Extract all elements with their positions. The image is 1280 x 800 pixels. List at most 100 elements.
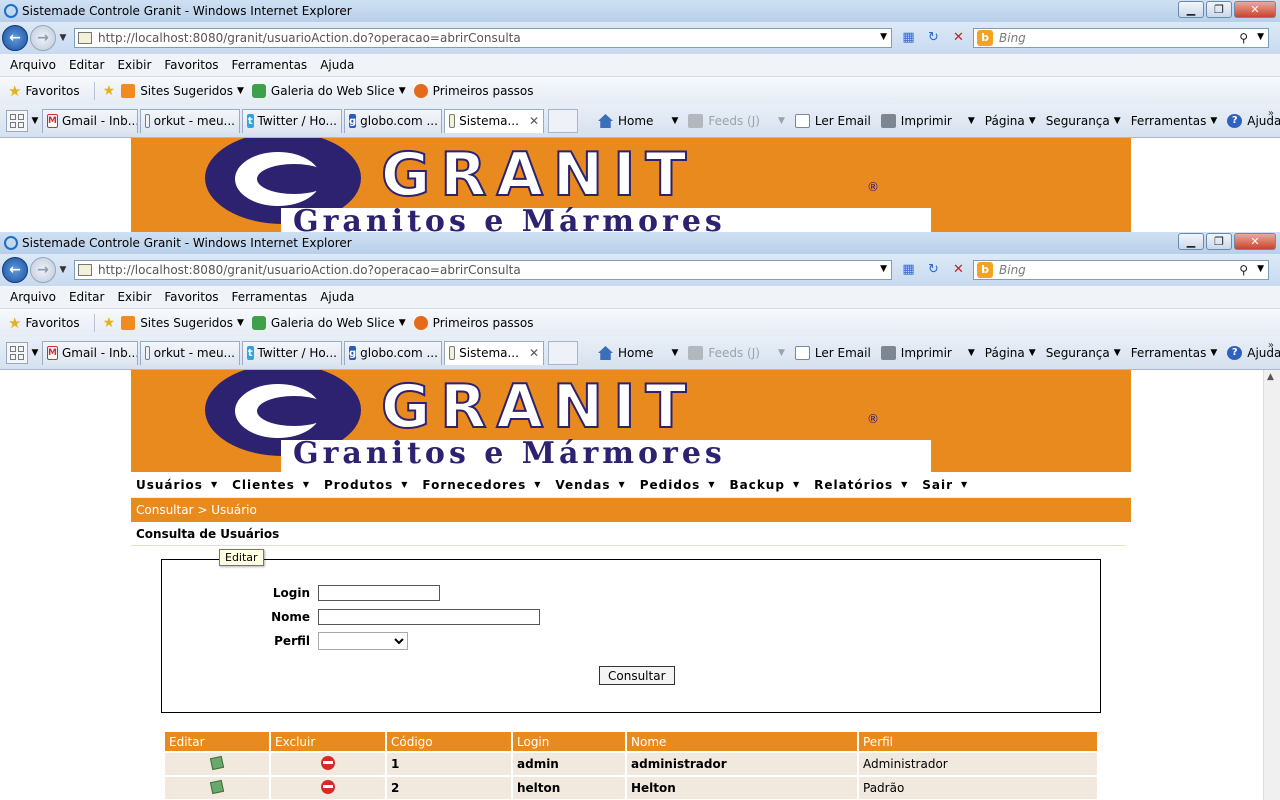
tab-twitter[interactable]: t Twitter / Ho... (242, 108, 342, 133)
read-mail-button[interactable]: Ler Email (794, 114, 871, 128)
refresh-icon[interactable]: ↻ (921, 28, 946, 48)
login-input[interactable] (318, 585, 440, 601)
chevron-more-icon[interactable]: » (1268, 340, 1274, 351)
feeds-button[interactable]: Feeds (J) ▼ (688, 346, 785, 360)
menu-usuarios[interactable]: Usuários ▼ (136, 478, 218, 492)
read-mail-button[interactable]: Ler Email (794, 346, 871, 360)
tab-globo[interactable]: g globo.com ... (344, 340, 442, 365)
chevron-down-icon[interactable]: ▼ (778, 116, 785, 126)
menu-produtos[interactable]: Produtos ▼ (324, 478, 408, 492)
feeds-button[interactable]: Feeds (J) ▼ (688, 114, 785, 128)
menu-backup[interactable]: Backup ▼ (729, 478, 800, 492)
menu-ferramentas[interactable]: Ferramentas (232, 58, 308, 72)
perfil-select[interactable] (318, 632, 408, 650)
minimize-button[interactable]: ▁ (1178, 233, 1204, 250)
menu-exibir[interactable]: Exibir (117, 58, 151, 72)
print-button[interactable]: Imprimir ▼ (880, 346, 975, 360)
quick-tabs-icon[interactable] (6, 341, 28, 364)
back-button[interactable]: ← (2, 257, 28, 283)
refresh-icon[interactable]: ↻ (921, 260, 946, 280)
tools-menu[interactable]: Ferramentas ▼ (1131, 114, 1218, 128)
forward-button[interactable]: → (30, 257, 56, 283)
page-menu[interactable]: Página ▼ (985, 114, 1036, 128)
menu-favoritos[interactable]: Favoritos (164, 290, 218, 304)
menu-ajuda[interactable]: Ajuda (320, 58, 354, 72)
menu-arquivo[interactable]: Arquivo (10, 290, 56, 304)
close-tab-icon[interactable]: ✕ (529, 346, 539, 360)
menu-relatorios[interactable]: Relatórios ▼ (814, 478, 908, 492)
close-button[interactable]: ✕ (1234, 1, 1276, 18)
search-icon[interactable]: ⚲ (1239, 31, 1248, 45)
stop-icon[interactable]: ✕ (946, 260, 971, 280)
chevron-down-icon[interactable]: ▼ (778, 348, 785, 358)
fav-galeria-web-slice[interactable]: Galeria do Web Slice ▼ (251, 315, 406, 330)
close-button[interactable]: ✕ (1234, 233, 1276, 250)
delete-icon[interactable] (321, 755, 335, 770)
favorites-button[interactable]: ★ Favoritos (8, 314, 80, 332)
compatibility-view-icon[interactable]: ▦ (896, 260, 921, 280)
safety-menu[interactable]: Segurança ▼ (1046, 114, 1121, 128)
nome-input[interactable] (318, 609, 540, 625)
back-button[interactable]: ← (2, 25, 28, 51)
menu-editar[interactable]: Editar (69, 290, 105, 304)
chevron-down-icon[interactable]: ▼ (968, 116, 975, 126)
history-dropdown[interactable]: ▼ (56, 33, 70, 43)
fav-primeiros-passos[interactable]: Primeiros passos (413, 315, 534, 330)
minimize-button[interactable]: ▁ (1178, 1, 1204, 18)
history-dropdown[interactable]: ▼ (56, 265, 70, 275)
page-menu[interactable]: Página ▼ (985, 346, 1036, 360)
tab-sistema[interactable]: Sistema... ✕ (444, 108, 544, 133)
favorites-button[interactable]: ★ Favoritos (8, 82, 80, 100)
menu-editar[interactable]: Editar (69, 58, 105, 72)
consultar-button[interactable]: Consultar (599, 666, 675, 685)
menu-exibir[interactable]: Exibir (117, 290, 151, 304)
menu-pedidos[interactable]: Pedidos ▼ (640, 478, 716, 492)
fav-sites-sugeridos[interactable]: Sites Sugeridos ▼ (121, 83, 244, 98)
chevron-down-icon[interactable]: ▼ (671, 348, 678, 358)
tab-gmail[interactable]: M Gmail - Inb... (42, 340, 138, 365)
tab-gmail[interactable]: M Gmail - Inb... (42, 108, 138, 133)
tab-sistema[interactable]: Sistema... ✕ (444, 340, 544, 365)
add-favorite-icon[interactable]: ★ (103, 83, 116, 99)
quick-tabs-icon[interactable] (6, 109, 28, 132)
chevron-more-icon[interactable]: » (1268, 108, 1274, 119)
new-tab-button[interactable] (548, 340, 578, 365)
close-tab-icon[interactable]: ✕ (529, 114, 539, 128)
menu-fornecedores[interactable]: Fornecedores ▼ (422, 478, 541, 492)
fav-primeiros-passos[interactable]: Primeiros passos (413, 83, 534, 98)
add-favorite-icon[interactable]: ★ (103, 315, 116, 331)
tab-orkut[interactable]: orkut - meu... (140, 108, 240, 133)
forward-button[interactable]: → (30, 25, 56, 51)
menu-vendas[interactable]: Vendas ▼ (555, 478, 625, 492)
compatibility-view-icon[interactable]: ▦ (896, 28, 921, 48)
new-tab-button[interactable] (548, 108, 578, 133)
tab-list-dropdown[interactable]: ▼ (28, 348, 42, 358)
chevron-down-icon[interactable]: ▼ (671, 116, 678, 126)
home-button[interactable]: Home ▼ (598, 114, 678, 128)
scroll-up-icon[interactable]: ▲ (1267, 372, 1274, 382)
edit-icon[interactable] (209, 779, 225, 794)
menu-ferramentas[interactable]: Ferramentas (232, 290, 308, 304)
menu-ajuda[interactable]: Ajuda (320, 290, 354, 304)
search-icon[interactable]: ⚲ (1239, 263, 1248, 277)
url-field[interactable]: http://localhost:8080/granit/usuarioActi… (74, 28, 892, 48)
edit-icon[interactable] (209, 755, 225, 770)
maximize-button[interactable]: ❐ (1206, 233, 1232, 250)
stop-icon[interactable]: ✕ (946, 28, 971, 48)
menu-clientes[interactable]: Clientes ▼ (232, 478, 310, 492)
maximize-button[interactable]: ❐ (1206, 1, 1232, 18)
tab-orkut[interactable]: orkut - meu... (140, 340, 240, 365)
search-dropdown[interactable]: ▼ (1257, 264, 1264, 274)
safety-menu[interactable]: Segurança ▼ (1046, 346, 1121, 360)
tab-globo[interactable]: g globo.com ... (344, 108, 442, 133)
fav-sites-sugeridos[interactable]: Sites Sugeridos ▼ (121, 315, 244, 330)
vertical-scrollbar[interactable]: ▲ (1263, 370, 1280, 800)
tab-twitter[interactable]: t Twitter / Ho... (242, 340, 342, 365)
url-dropdown[interactable]: ▼ (880, 32, 887, 42)
chevron-down-icon[interactable]: ▼ (968, 348, 975, 358)
fav-galeria-web-slice[interactable]: Galeria do Web Slice ▼ (251, 83, 406, 98)
search-field[interactable]: b Bing ⚲ ▼ (973, 260, 1269, 280)
tab-list-dropdown[interactable]: ▼ (28, 116, 42, 126)
menu-favoritos[interactable]: Favoritos (164, 58, 218, 72)
home-button[interactable]: Home ▼ (598, 346, 678, 360)
